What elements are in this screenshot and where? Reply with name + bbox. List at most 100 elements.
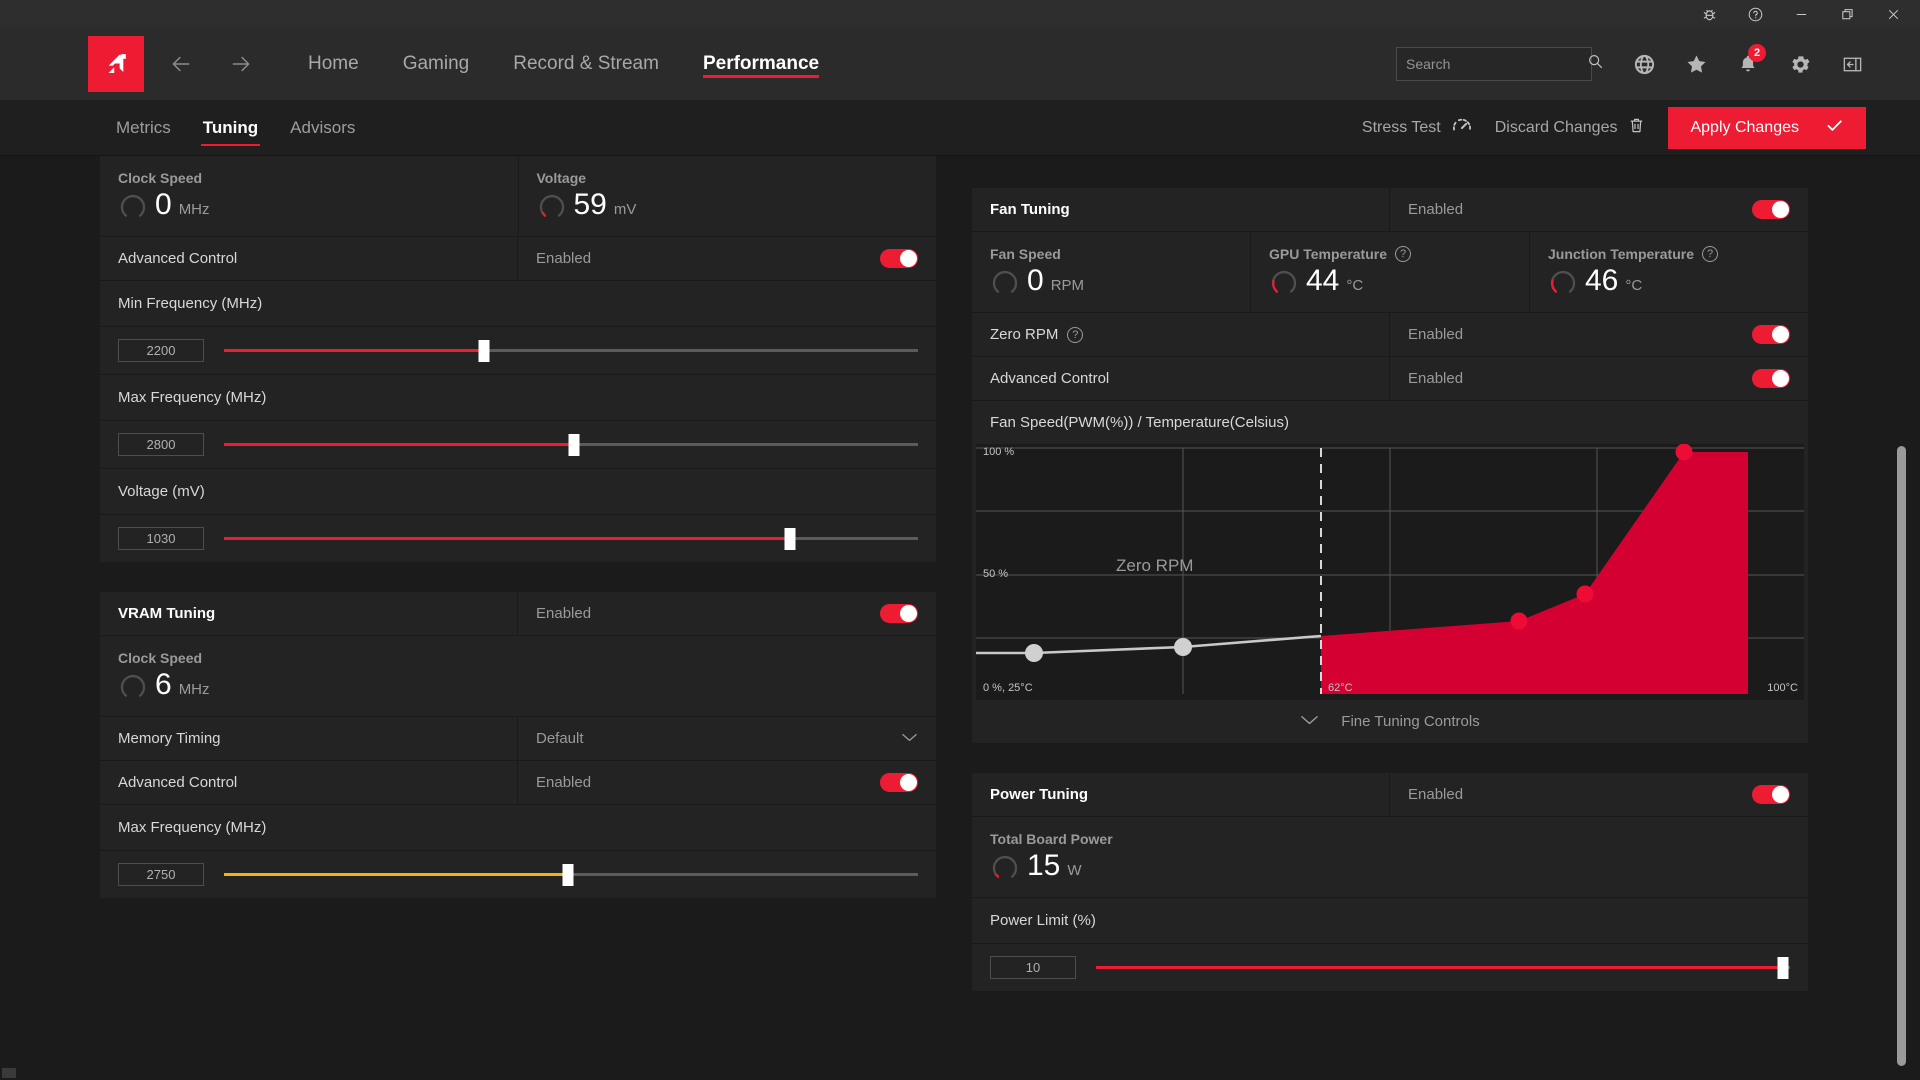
gauge-arc-icon — [120, 674, 146, 697]
tab-metrics[interactable]: Metrics — [100, 100, 187, 156]
slider-thumb[interactable] — [562, 863, 574, 886]
power-tuning-value: Enabled — [1390, 773, 1808, 816]
slider-thumb[interactable] — [1777, 956, 1789, 979]
tab-tuning[interactable]: Tuning — [187, 100, 274, 156]
tuning-tabs: Metrics Tuning Advisors — [100, 100, 371, 156]
gpu-advanced-control-state: Enabled — [536, 250, 592, 267]
forward-button[interactable] — [218, 41, 264, 87]
gpu-voltage-value: 59 — [573, 188, 607, 221]
vram-advanced-control-value: Enabled — [518, 761, 936, 804]
gpu-voltage-input[interactable]: 1030 — [118, 527, 204, 550]
fan-advanced-control-label: Advanced Control — [972, 357, 1390, 400]
bug-report-icon[interactable] — [1686, 0, 1732, 28]
gpu-advanced-control-toggle[interactable] — [880, 249, 918, 268]
gpu-max-frequency-input[interactable]: 2800 — [118, 433, 204, 456]
gpu-temperature-readout: GPU Temperature ? 44 °C — [1251, 232, 1530, 312]
zero-rpm-state: Enabled — [1408, 326, 1464, 343]
fan-curve-handle — [1576, 585, 1594, 603]
gpu-advanced-control-label: Advanced Control — [100, 237, 518, 280]
nav-item-gaming[interactable]: Gaming — [381, 28, 492, 100]
help-icon[interactable]: ? — [1395, 246, 1411, 262]
zero-rpm-label: Zero RPM ? — [972, 313, 1390, 356]
total-board-power-label: Total Board Power — [990, 831, 1113, 847]
vram-tuning-header-row: VRAM Tuning Enabled — [100, 592, 936, 636]
discard-changes-button[interactable]: Discard Changes — [1495, 116, 1647, 140]
power-limit-label: Power Limit (%) — [972, 898, 1808, 944]
vram-max-frequency-slider[interactable] — [224, 863, 918, 886]
checkmark-icon — [1825, 116, 1844, 140]
search-input[interactable] — [1406, 56, 1587, 72]
amd-logo[interactable] — [88, 36, 144, 92]
fan-advanced-control-toggle[interactable] — [1752, 369, 1790, 388]
gear-icon[interactable] — [1774, 38, 1826, 90]
memory-timing-dropdown[interactable]: Default — [518, 717, 936, 760]
chevron-down-icon — [901, 730, 918, 747]
nav-item-home[interactable]: Home — [286, 28, 381, 100]
gpu-voltage-slider-row: 1030 — [100, 515, 936, 562]
vram-tuning-toggle[interactable] — [880, 604, 918, 623]
vram-tuning-card: VRAM Tuning Enabled Clock Speed 6 MHz Me… — [100, 592, 936, 898]
nav-item-record-stream[interactable]: Record & Stream — [491, 28, 681, 100]
nav-item-performance[interactable]: Performance — [681, 28, 841, 100]
slider-thumb[interactable] — [478, 339, 490, 362]
restore-icon[interactable] — [1824, 0, 1870, 28]
search-icon[interactable] — [1587, 53, 1604, 75]
power-tuning-toggle[interactable] — [1752, 785, 1790, 804]
gpu-min-frequency-input[interactable]: 2200 — [118, 339, 204, 362]
fan-curve-chart[interactable]: 100 % 50 % 0 %, 25°C 62°C 100°C Zero RPM — [976, 444, 1804, 700]
gpu-max-frequency-slider[interactable] — [224, 433, 918, 456]
memory-timing-row[interactable]: Memory Timing Default — [100, 717, 936, 761]
minimize-icon[interactable] — [1778, 0, 1824, 28]
fine-tuning-controls-row[interactable]: Fine Tuning Controls — [972, 700, 1808, 743]
power-tuning-card: Power Tuning Enabled Total Board Power 1… — [972, 773, 1808, 991]
vram-clock-speed-value: 6 — [155, 668, 172, 701]
right-column: Fan Tuning Enabled Fan Speed 0 RPM GPU T… — [972, 156, 1808, 1080]
fan-curve-svg[interactable] — [976, 444, 1804, 700]
help-icon[interactable]: ? — [1702, 246, 1718, 262]
star-icon[interactable] — [1670, 38, 1722, 90]
zero-rpm-label-text: Zero RPM — [990, 326, 1059, 343]
help-icon[interactable]: ? — [1067, 326, 1084, 343]
help-icon[interactable] — [1732, 0, 1778, 28]
fan-curve-handle — [1025, 644, 1043, 662]
globe-icon[interactable] — [1618, 38, 1670, 90]
gauge-arc-icon — [1271, 270, 1297, 293]
junction-temperature-value: 46 — [1585, 264, 1619, 297]
tab-advisors[interactable]: Advisors — [274, 100, 371, 156]
vertical-scrollbar[interactable] — [1897, 446, 1906, 1066]
resize-grip[interactable] — [2, 1068, 16, 1078]
apply-changes-button[interactable]: Apply Changes — [1668, 106, 1866, 149]
vram-advanced-control-toggle[interactable] — [880, 773, 918, 792]
stress-test-button[interactable]: Stress Test — [1362, 117, 1473, 138]
fan-readouts: Fan Speed 0 RPM GPU Temperature ? 44 °C … — [972, 232, 1808, 313]
title-bar — [0, 0, 1920, 28]
bell-icon[interactable]: 2 — [1722, 38, 1774, 90]
total-board-power-value: 15 — [1027, 849, 1061, 882]
power-limit-slider[interactable] — [1096, 956, 1790, 979]
fine-tuning-controls-label: Fine Tuning Controls — [1341, 713, 1480, 730]
close-icon[interactable] — [1870, 0, 1916, 28]
slider-thumb[interactable] — [568, 433, 580, 456]
gpu-min-frequency-slider[interactable] — [224, 339, 918, 362]
fan-tuning-toggle[interactable] — [1752, 200, 1790, 219]
power-limit-slider-row: 10 — [972, 944, 1808, 991]
vram-clock-speed-unit: MHz — [178, 681, 210, 698]
back-button[interactable] — [158, 41, 204, 87]
vram-max-frequency-input[interactable]: 2750 — [118, 863, 204, 886]
collapse-panel-icon[interactable] — [1826, 38, 1878, 90]
slider-fill — [1096, 966, 1784, 969]
speedometer-icon — [1451, 117, 1473, 138]
gpu-voltage-readout: Voltage 59 mV — [519, 156, 937, 236]
power-tuning-title: Power Tuning — [972, 773, 1390, 816]
slider-fill — [224, 349, 485, 352]
fan-curve-title: Fan Speed(PWM(%)) / Temperature(Celsius) — [990, 414, 1289, 431]
power-limit-input[interactable]: 10 — [990, 956, 1076, 979]
zero-rpm-toggle[interactable] — [1752, 325, 1790, 344]
gpu-min-frequency-slider-row: 2200 — [100, 327, 936, 375]
gpu-voltage-slider[interactable] — [224, 527, 918, 550]
discard-changes-label: Discard Changes — [1494, 118, 1618, 136]
slider-fill — [224, 537, 790, 540]
slider-thumb[interactable] — [784, 527, 796, 550]
search-box[interactable] — [1396, 47, 1603, 81]
fan-curve-handle — [1174, 638, 1192, 656]
